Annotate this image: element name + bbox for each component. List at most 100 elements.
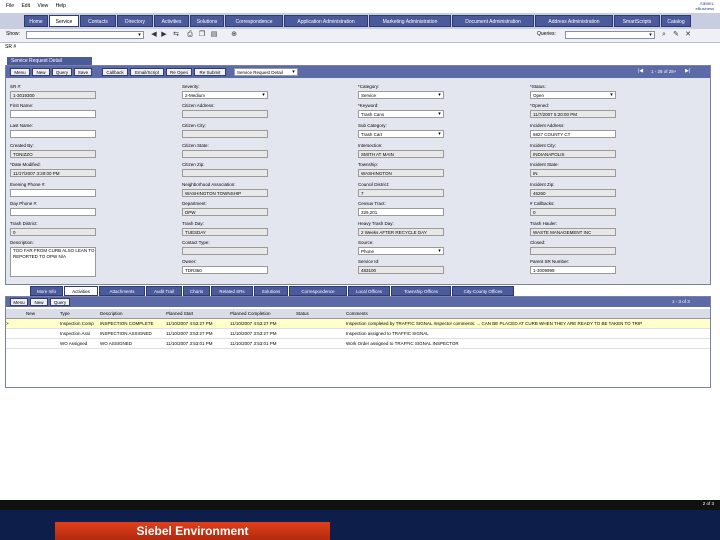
tab-document-administration[interactable]: Document Administration bbox=[452, 15, 534, 27]
status-select[interactable]: Open ▾ bbox=[530, 91, 616, 99]
description-field[interactable]: TOO FAR FROM CURB ALSO LEAN TO REPORTED … bbox=[10, 247, 96, 277]
list-new-button[interactable]: New bbox=[30, 298, 48, 306]
tab-directory[interactable]: Directory bbox=[117, 15, 153, 27]
census-tract-field[interactable]: 329,201 bbox=[358, 208, 444, 216]
date-modified-field[interactable]: 11/17/2007 3:20:00 PM bbox=[10, 169, 96, 177]
incident-state-field[interactable]: IN bbox=[530, 169, 616, 177]
citizen-address-field[interactable] bbox=[182, 110, 268, 118]
print-icon[interactable]: ⎙ bbox=[186, 31, 194, 39]
created-by-field[interactable]: TONIZZO bbox=[10, 150, 96, 158]
tab-related-srs[interactable]: Related SRs bbox=[211, 286, 253, 296]
trash-day-field[interactable]: TUESDAY bbox=[182, 228, 268, 236]
contact-type-field[interactable] bbox=[182, 247, 268, 255]
col-description[interactable]: Description bbox=[100, 309, 123, 318]
show-select[interactable]: ▾ bbox=[26, 31, 144, 39]
intersection-field[interactable]: SMITH AT MAIN bbox=[358, 150, 444, 158]
first-record-icon[interactable]: |◀ bbox=[638, 68, 643, 74]
reopen-button[interactable]: Re Open bbox=[166, 68, 192, 76]
new-button[interactable]: New bbox=[32, 68, 50, 76]
severity-select[interactable]: 2-Medium ▾ bbox=[182, 91, 268, 99]
callbacks-field[interactable]: 0 bbox=[530, 208, 616, 216]
incident-zip-field[interactable]: 46260 bbox=[530, 189, 616, 197]
heavy-trash-field[interactable]: 2 Weeks AFTER RECYCLE DAY bbox=[358, 228, 444, 236]
owner-field[interactable]: TDR360 bbox=[182, 266, 268, 274]
col-comments[interactable]: Comments bbox=[346, 309, 368, 318]
department-field[interactable]: DPW bbox=[182, 208, 268, 216]
tab-application-administration[interactable]: Application Administration bbox=[284, 15, 368, 27]
back-icon[interactable]: ◀ bbox=[150, 31, 158, 39]
keyword-select[interactable]: Trash Cans ▾ bbox=[358, 110, 444, 118]
opened-field[interactable]: 11/7/2007 5:20:00 PM bbox=[530, 110, 616, 118]
tab-solutions-list[interactable]: Solutions bbox=[254, 286, 288, 296]
service-id-field[interactable]: 483100 bbox=[358, 266, 444, 274]
col-status[interactable]: Status bbox=[296, 309, 309, 318]
tab-correspondence[interactable]: Correspondence bbox=[225, 15, 283, 27]
tab-township-offices[interactable]: Township Offices bbox=[391, 286, 451, 296]
tab-city-county-offices[interactable]: City-County Offices bbox=[452, 286, 514, 296]
tab-more-info[interactable]: More Info bbox=[30, 286, 63, 296]
citizen-state-field[interactable] bbox=[182, 150, 268, 158]
incident-city-field[interactable]: INDIANAPOLIS bbox=[530, 150, 616, 158]
council-district-field[interactable]: 7 bbox=[358, 189, 444, 197]
category-select[interactable]: Service ▾ bbox=[358, 91, 444, 99]
menu-help[interactable]: Help bbox=[56, 0, 66, 13]
trash-district-field[interactable]: 0 bbox=[10, 228, 96, 236]
table-row[interactable]: WO Assigned WO ASSIGNED 11/10/2007 3:53:… bbox=[6, 339, 710, 349]
table-row[interactable]: Inspection Assi INSPECTION ASSIGNED 11/1… bbox=[6, 329, 710, 339]
view-select[interactable]: Service Request Detail ▾ bbox=[234, 68, 298, 76]
help-icon[interactable]: ⊕ bbox=[230, 31, 238, 39]
tab-charts[interactable]: Charts bbox=[183, 286, 210, 296]
forward-icon[interactable]: ▶ bbox=[160, 31, 168, 39]
col-new[interactable]: New bbox=[26, 309, 35, 318]
menu-edit[interactable]: Edit bbox=[21, 0, 30, 13]
menu-button[interactable]: Menu bbox=[10, 68, 30, 76]
last-name-field[interactable] bbox=[10, 130, 96, 138]
tab-activities-list[interactable]: Activities bbox=[64, 286, 98, 296]
evening-phone-field[interactable] bbox=[10, 189, 96, 197]
trash-hauler-field[interactable]: WASTE MANAGEMENT INC bbox=[530, 228, 616, 236]
tab-contacts[interactable]: Contacts bbox=[80, 15, 116, 27]
parent-sr-field[interactable]: 1-3009999 bbox=[530, 266, 616, 274]
query-button[interactable]: Query bbox=[52, 68, 72, 76]
tab-local-offices[interactable]: Local Offices bbox=[348, 286, 390, 296]
tab-solutions[interactable]: Solutions bbox=[190, 15, 224, 27]
tab-service[interactable]: Service bbox=[49, 15, 79, 27]
list-query-button[interactable]: Query bbox=[50, 298, 70, 306]
col-type[interactable]: Type bbox=[60, 309, 70, 318]
menu-file[interactable]: File bbox=[6, 0, 14, 13]
table-row[interactable]: > Inspection Comp INSPECTION COMPLETE 11… bbox=[6, 319, 710, 329]
save-button[interactable]: Save bbox=[74, 68, 92, 76]
neighborhood-field[interactable]: WASHINGTON TOWNSHIP bbox=[182, 189, 268, 197]
document-icon[interactable]: ▤ bbox=[210, 31, 218, 39]
tab-activities[interactable]: Activities bbox=[154, 15, 189, 27]
queries-select[interactable]: ▾ bbox=[565, 31, 655, 39]
search-icon[interactable]: ⌕ bbox=[660, 31, 668, 39]
col-planned-completion[interactable]: Planned Completion bbox=[230, 309, 271, 318]
sr-num-field[interactable]: 1-3019300 bbox=[10, 91, 96, 99]
sub-category-select[interactable]: Trash Cart ▾ bbox=[358, 130, 444, 138]
callback-button[interactable]: Callback bbox=[102, 68, 128, 76]
citizen-city-field[interactable] bbox=[182, 130, 268, 138]
next-record-icon[interactable]: ▶| bbox=[685, 68, 690, 74]
tab-marketing-administration[interactable]: Marketing Administration bbox=[369, 15, 451, 27]
incident-address-field[interactable]: 6827 COUNTY CT bbox=[530, 130, 616, 138]
closed-field[interactable] bbox=[530, 247, 616, 255]
email-script-button[interactable]: Email/Script bbox=[130, 68, 164, 76]
refresh-icon[interactable]: ⇆ bbox=[172, 31, 180, 39]
tab-correspondence-list[interactable]: Correspondence bbox=[289, 286, 347, 296]
tab-catalog[interactable]: Catalog bbox=[661, 15, 691, 27]
day-phone-field[interactable] bbox=[10, 208, 96, 216]
list-menu-button[interactable]: Menu bbox=[10, 298, 28, 306]
source-select[interactable]: Phone ▾ bbox=[358, 247, 444, 255]
tab-smartscripts[interactable]: SmartScripts bbox=[614, 15, 660, 27]
menu-view[interactable]: View bbox=[37, 0, 48, 13]
first-name-field[interactable] bbox=[10, 110, 96, 118]
citizen-zip-field[interactable] bbox=[182, 169, 268, 177]
tab-audit-trail[interactable]: Audit Trail bbox=[146, 286, 182, 296]
col-planned-start[interactable]: Planned Start bbox=[166, 309, 193, 318]
close-icon[interactable]: ✕ bbox=[684, 31, 692, 39]
township-field[interactable]: WASHINGTON bbox=[358, 169, 444, 177]
tab-address-administration[interactable]: Address Administration bbox=[535, 15, 613, 27]
copy-icon[interactable]: ❐ bbox=[198, 31, 206, 39]
edit-icon[interactable]: ✎ bbox=[672, 31, 680, 39]
